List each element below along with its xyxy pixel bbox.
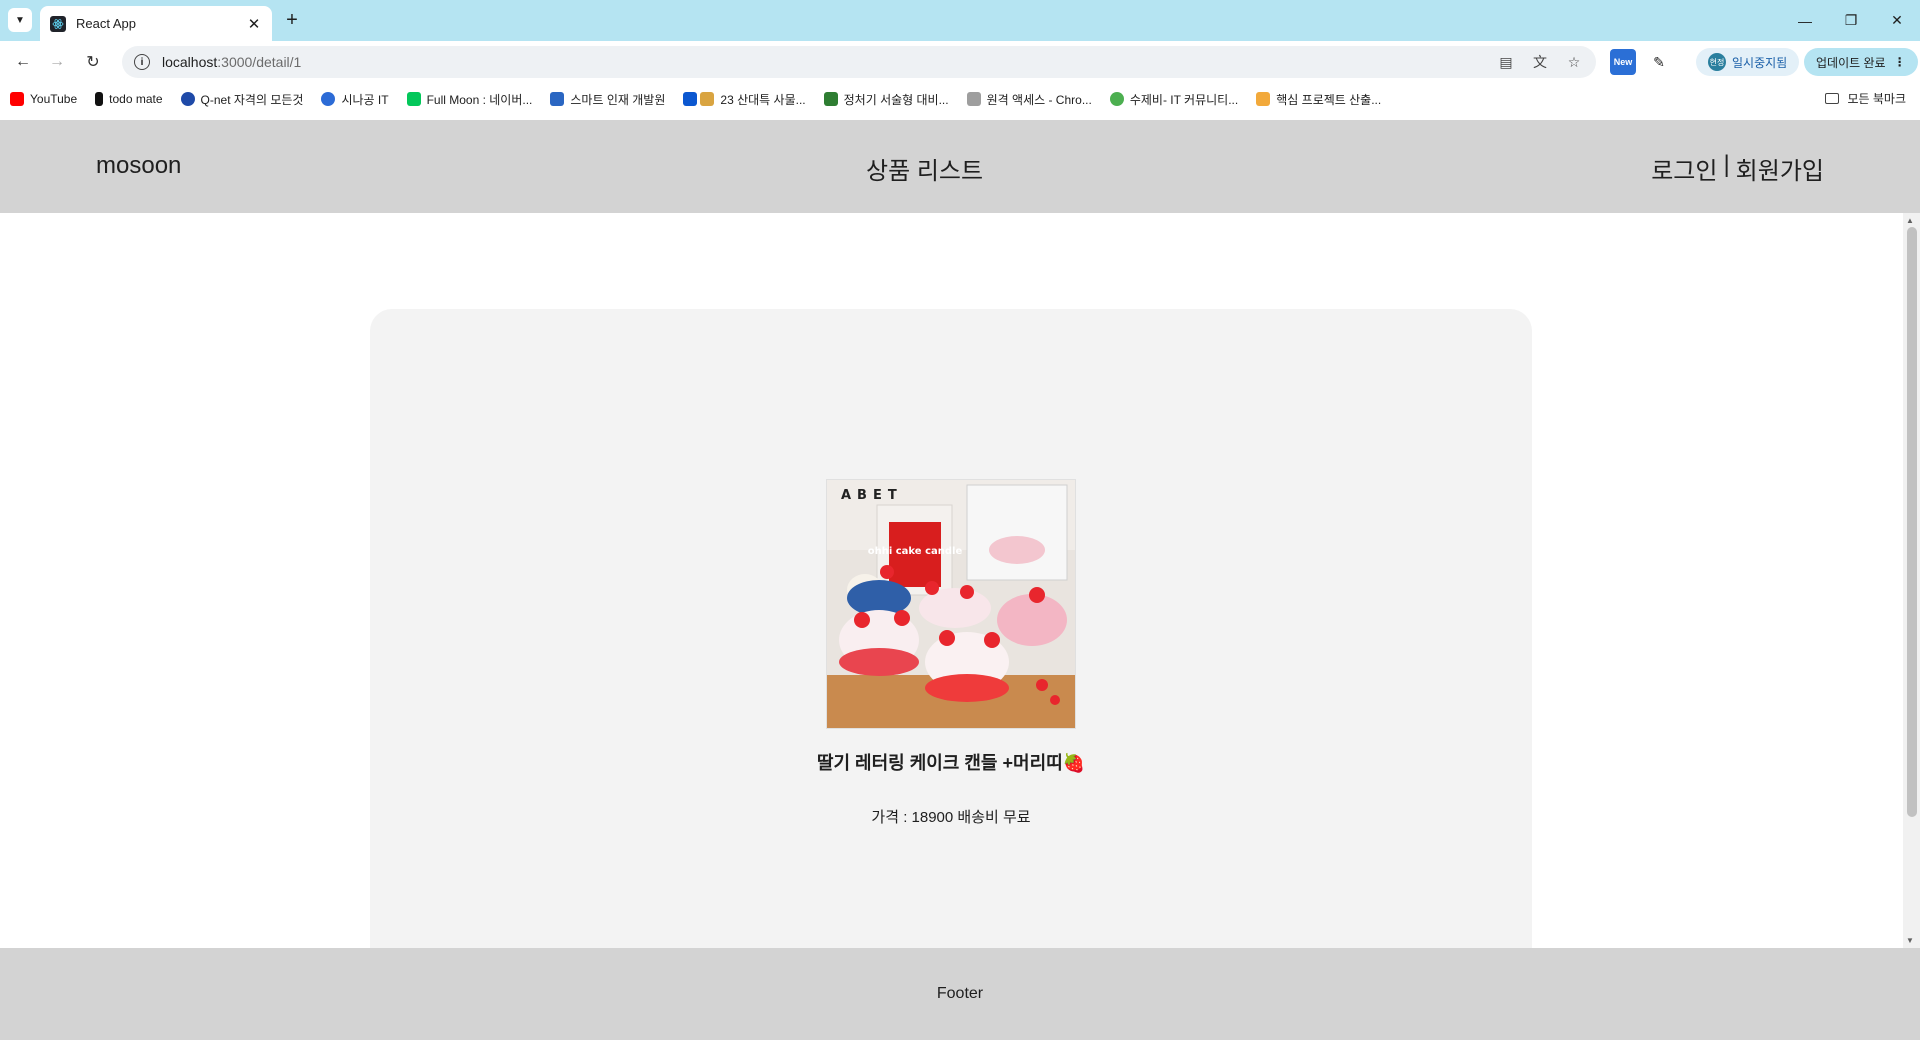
site-logo[interactable]: mosoon bbox=[96, 152, 181, 180]
auth-separator: | bbox=[1723, 151, 1730, 178]
bookmarks-bar: YouTube todo mate Q-net 자격의 모든것 시나공 IT F… bbox=[0, 81, 1920, 117]
new-tab-button[interactable]: + bbox=[280, 8, 304, 32]
auth-links: 로그인 | 회원가입 bbox=[1651, 151, 1824, 186]
bookmark-label: Full Moon : 네이버... bbox=[426, 92, 533, 107]
minimize-icon[interactable]: — bbox=[1782, 0, 1828, 41]
bookmark-core-project[interactable]: 핵심 프로젝트 산출... bbox=[1256, 91, 1381, 108]
translate-icon[interactable]: 文 bbox=[1530, 52, 1550, 72]
react-icon bbox=[50, 15, 66, 32]
bookmark-label: 원격 액세스 - Chro... bbox=[986, 92, 1092, 107]
bookmark-todo-mate[interactable]: todo mate bbox=[95, 92, 163, 106]
nav-product-list[interactable]: 상품 리스트 bbox=[866, 151, 983, 186]
naver-blog-icon bbox=[406, 92, 421, 106]
bookmark-smart-talent[interactable]: 스마트 인재 개발원 bbox=[550, 91, 665, 108]
product-detail-card: ABET ohhi cake candle 딸기 레터링 케이크 캔들 +머리띠… bbox=[370, 309, 1532, 949]
install-app-icon[interactable]: ▤ bbox=[1496, 52, 1516, 72]
bookmark-label: Q-net 자격의 모든것 bbox=[200, 92, 304, 107]
bookmark-label: todo mate bbox=[109, 92, 163, 106]
folder-icon bbox=[1825, 93, 1840, 104]
document-icon bbox=[1256, 92, 1271, 106]
site-footer: Footer bbox=[0, 948, 1920, 1040]
kebab-menu-icon: ⋮ bbox=[1893, 55, 1906, 69]
bookmark-remote-access[interactable]: 원격 액세스 - Chro... bbox=[966, 91, 1092, 108]
chevron-down-icon: ▼ bbox=[15, 14, 25, 26]
back-arrow-icon[interactable]: ← bbox=[10, 49, 36, 75]
tab-title: React App bbox=[76, 16, 136, 31]
bookmark-fullmoon[interactable]: Full Moon : 네이버... bbox=[406, 91, 533, 108]
page-scrollbar[interactable]: ▲ ▼ bbox=[1903, 213, 1920, 948]
extension-new-label: New bbox=[1613, 57, 1633, 67]
sinagong-icon bbox=[321, 92, 336, 106]
bookmark-label: 핵심 프로젝트 산출... bbox=[1276, 92, 1382, 107]
all-bookmarks-button[interactable]: 모든 북마크 bbox=[1825, 90, 1906, 107]
product-image: ABET ohhi cake candle bbox=[826, 479, 1076, 729]
tab-search-button[interactable]: ▼ bbox=[8, 8, 32, 32]
tab-react-app[interactable]: React App ✕ bbox=[40, 6, 272, 41]
bookmark-label: 수제비- IT 커뮤니티... bbox=[1129, 92, 1239, 107]
site-info-icon[interactable]: i bbox=[134, 54, 150, 70]
bookmark-sinagong[interactable]: 시나공 IT bbox=[321, 91, 389, 108]
remote-desktop-icon bbox=[966, 92, 981, 106]
restore-icon[interactable]: ❐ bbox=[1828, 0, 1874, 41]
url-path: :3000/detail/1 bbox=[217, 54, 302, 70]
page-viewport: mosoon 상품 리스트 로그인 | 회원가입 ABET ohhi cake … bbox=[0, 120, 1920, 1040]
forward-arrow-icon[interactable]: → bbox=[44, 49, 70, 75]
bookmark-label: 23 산대특 사물... bbox=[720, 92, 806, 107]
extension-new-icon[interactable]: New bbox=[1610, 49, 1636, 75]
product-name: 딸기 레터링 케이크 캔들 +머리띠🍓 bbox=[816, 753, 1086, 773]
scroll-up-arrow-icon[interactable]: ▲ bbox=[1906, 216, 1914, 225]
product-price: 가격 : 18900 배송비 무료 bbox=[871, 809, 1031, 826]
bookmark-label: 정처기 서술형 대비... bbox=[843, 92, 949, 107]
sujebi-icon bbox=[1109, 92, 1124, 106]
qnet-icon bbox=[180, 92, 195, 106]
site-header: mosoon 상품 리스트 로그인 | 회원가입 bbox=[0, 120, 1920, 213]
profile-paused-button[interactable]: 현정 일시중지됨 bbox=[1696, 48, 1800, 76]
url-host: localhost bbox=[162, 54, 218, 70]
scrollbar-thumb[interactable] bbox=[1907, 227, 1917, 817]
window-close-icon[interactable]: ✕ bbox=[1874, 0, 1920, 41]
todo-mate-icon bbox=[95, 92, 104, 106]
extensions-puzzle-icon[interactable]: ✎ bbox=[1646, 49, 1672, 75]
notebook-icon bbox=[823, 92, 838, 106]
docs-icon bbox=[683, 92, 698, 106]
scroll-down-arrow-icon[interactable]: ▼ bbox=[1906, 936, 1914, 945]
bookmark-label: 스마트 인재 개발원 bbox=[570, 92, 666, 107]
update-button[interactable]: 업데이트 완료 ⋮ bbox=[1804, 48, 1918, 76]
bookmark-label: 시나공 IT bbox=[341, 92, 389, 107]
bookmark-jeongcheogi[interactable]: 정처기 서술형 대비... bbox=[823, 91, 949, 108]
image-box-text: ohhi cake candle bbox=[868, 546, 963, 557]
bookmark-sujebi[interactable]: 수제비- IT 커뮤니티... bbox=[1109, 91, 1239, 108]
browser-toolbar: ← → ↻ i localhost:3000/detail/1 ▤ 文 ☆ Ne… bbox=[0, 41, 1920, 81]
image-brand-text: ABET bbox=[841, 488, 903, 503]
footer-text: Footer bbox=[936, 985, 984, 1002]
all-bookmarks-label: 모든 북마크 bbox=[1847, 92, 1906, 106]
reload-icon[interactable]: ↻ bbox=[80, 49, 106, 75]
avatar: 현정 bbox=[1708, 53, 1726, 71]
youtube-icon bbox=[10, 92, 24, 106]
login-link[interactable]: 로그인 bbox=[1651, 151, 1717, 186]
bookmark-star-icon[interactable]: ☆ bbox=[1564, 52, 1584, 72]
bookmark-label: YouTube bbox=[30, 92, 78, 106]
profile-paused-label: 일시중지됨 bbox=[1732, 55, 1788, 70]
folder-photo-icon bbox=[700, 92, 715, 106]
close-icon[interactable]: ✕ bbox=[246, 16, 262, 33]
signup-link[interactable]: 회원가입 bbox=[1736, 151, 1824, 186]
update-label: 업데이트 완료 bbox=[1816, 55, 1886, 70]
browser-tabstrip: ▼ React App ✕ + — ❐ ✕ bbox=[0, 0, 1920, 41]
bookmark-iot-course[interactable]: 23 산대특 사물... bbox=[683, 91, 806, 108]
bookmark-youtube[interactable]: YouTube bbox=[10, 92, 77, 106]
address-bar[interactable]: i localhost:3000/detail/1 ▤ 文 ☆ bbox=[122, 46, 1596, 78]
bookmark-qnet[interactable]: Q-net 자격의 모든것 bbox=[180, 91, 304, 108]
smart-talent-icon bbox=[550, 92, 565, 106]
